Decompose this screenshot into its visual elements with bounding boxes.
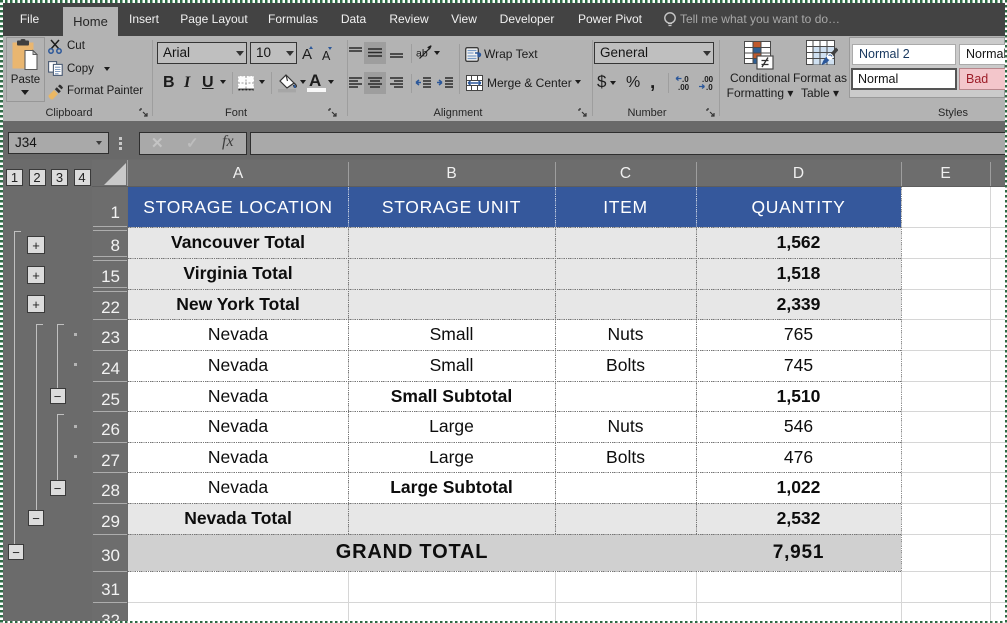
svg-text:.00: .00 xyxy=(678,83,690,91)
svg-text:.0: .0 xyxy=(706,83,713,91)
svg-text:ab: ab xyxy=(416,48,428,60)
